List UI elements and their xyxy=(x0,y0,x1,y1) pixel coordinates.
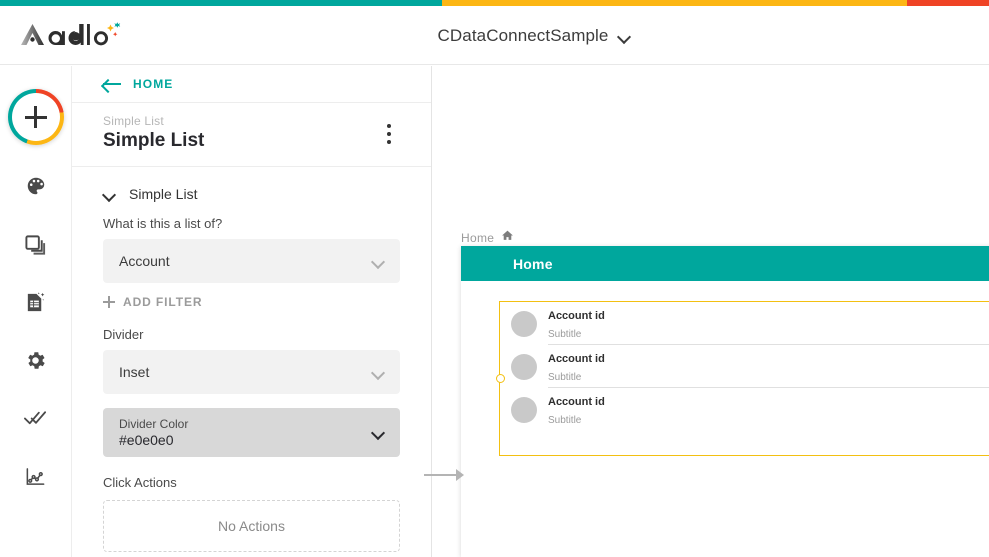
add-filter-label: ADD FILTER xyxy=(123,295,202,309)
resize-arrow-tip xyxy=(456,469,464,481)
list-item-title: Account id xyxy=(548,310,605,322)
list-of-label: What is this a list of? xyxy=(72,216,431,231)
analytics-chart-icon xyxy=(24,465,47,488)
divider-color-label: Divider Color xyxy=(119,417,188,431)
plus-icon xyxy=(103,296,115,308)
device-topbar[interactable]: Home xyxy=(461,246,989,281)
arrow-left-icon xyxy=(103,78,121,90)
sidebar-item-database[interactable] xyxy=(19,285,53,319)
list-item[interactable]: Account id Subtitle xyxy=(500,388,989,431)
project-title: CDataConnectSample xyxy=(438,26,609,46)
list-of-select[interactable]: Account xyxy=(103,239,400,283)
page-title: Simple List xyxy=(103,130,400,152)
list-item-subtitle: Subtitle xyxy=(548,372,581,383)
no-actions-label: No Actions xyxy=(218,518,285,534)
device-topbar-title: Home xyxy=(513,256,553,272)
list-item-subtitle: Subtitle xyxy=(548,415,581,426)
home-icon xyxy=(501,229,514,247)
app-header: CDataConnectSample xyxy=(0,6,989,65)
gear-icon xyxy=(24,349,47,372)
section-header-simple-list[interactable]: Simple List xyxy=(72,167,431,216)
sidebar-item-branding[interactable] xyxy=(19,169,53,203)
avatar xyxy=(511,311,537,337)
list-of-value: Account xyxy=(119,253,170,269)
list-item[interactable]: Account id Subtitle xyxy=(500,345,989,388)
click-actions-empty-state[interactable]: No Actions xyxy=(103,500,400,552)
chevron-down-icon xyxy=(103,190,115,198)
chevron-down-icon xyxy=(372,428,384,436)
panel-resize-handle[interactable] xyxy=(424,463,466,487)
palette-icon xyxy=(25,175,47,197)
simple-list-component-selected[interactable]: Account id Subtitle Account id Subtitle … xyxy=(499,301,989,456)
database-icon xyxy=(24,291,47,314)
left-icon-rail xyxy=(0,66,71,557)
panel-eyebrow: Simple List xyxy=(103,114,400,128)
breadcrumb-label: Home xyxy=(461,231,494,245)
back-to-home-button[interactable]: HOME xyxy=(72,66,431,103)
divider-select[interactable]: Inset xyxy=(103,350,400,394)
divider-label: Divider xyxy=(72,327,431,342)
layers-icon xyxy=(24,233,47,256)
avatar xyxy=(511,354,537,380)
properties-panel: HOME Simple List Simple List Simple List… xyxy=(71,66,432,557)
sidebar-item-publish[interactable] xyxy=(19,401,53,435)
chevron-down-icon xyxy=(372,368,384,376)
plus-icon xyxy=(25,106,47,128)
add-component-button[interactable] xyxy=(8,89,64,145)
more-vertical-icon[interactable] xyxy=(387,124,391,144)
list-item-title: Account id xyxy=(548,396,605,408)
section-header-label: Simple List xyxy=(129,186,197,202)
sidebar-item-screens[interactable] xyxy=(19,227,53,261)
project-selector[interactable]: CDataConnectSample xyxy=(0,6,989,65)
resize-horizontal-icon xyxy=(424,474,456,476)
sidebar-item-analytics[interactable] xyxy=(19,459,53,493)
list-item-title: Account id xyxy=(548,353,605,365)
divider-value: Inset xyxy=(119,364,149,380)
add-filter-button[interactable]: ADD FILTER xyxy=(72,283,431,309)
sidebar-item-settings[interactable] xyxy=(19,343,53,377)
click-actions-label: Click Actions xyxy=(72,475,431,490)
divider-color-value: #e0e0e0 xyxy=(119,432,174,448)
device-preview-frame[interactable]: Home Account id Subtitle Account id Subt… xyxy=(461,246,989,557)
list-item[interactable]: Account id Subtitle xyxy=(500,302,989,345)
back-label: HOME xyxy=(133,77,173,91)
breadcrumb[interactable]: Home xyxy=(461,229,514,247)
design-canvas[interactable]: Home Home Account id Subtitle xyxy=(433,66,989,557)
double-check-icon xyxy=(23,407,48,429)
divider-color-select[interactable]: Divider Color #e0e0e0 xyxy=(103,408,400,457)
avatar xyxy=(511,397,537,423)
panel-title-block: Simple List Simple List xyxy=(72,103,431,167)
chevron-down-icon xyxy=(618,32,631,40)
list-item-subtitle: Subtitle xyxy=(548,329,581,340)
chevron-down-icon xyxy=(372,257,384,265)
